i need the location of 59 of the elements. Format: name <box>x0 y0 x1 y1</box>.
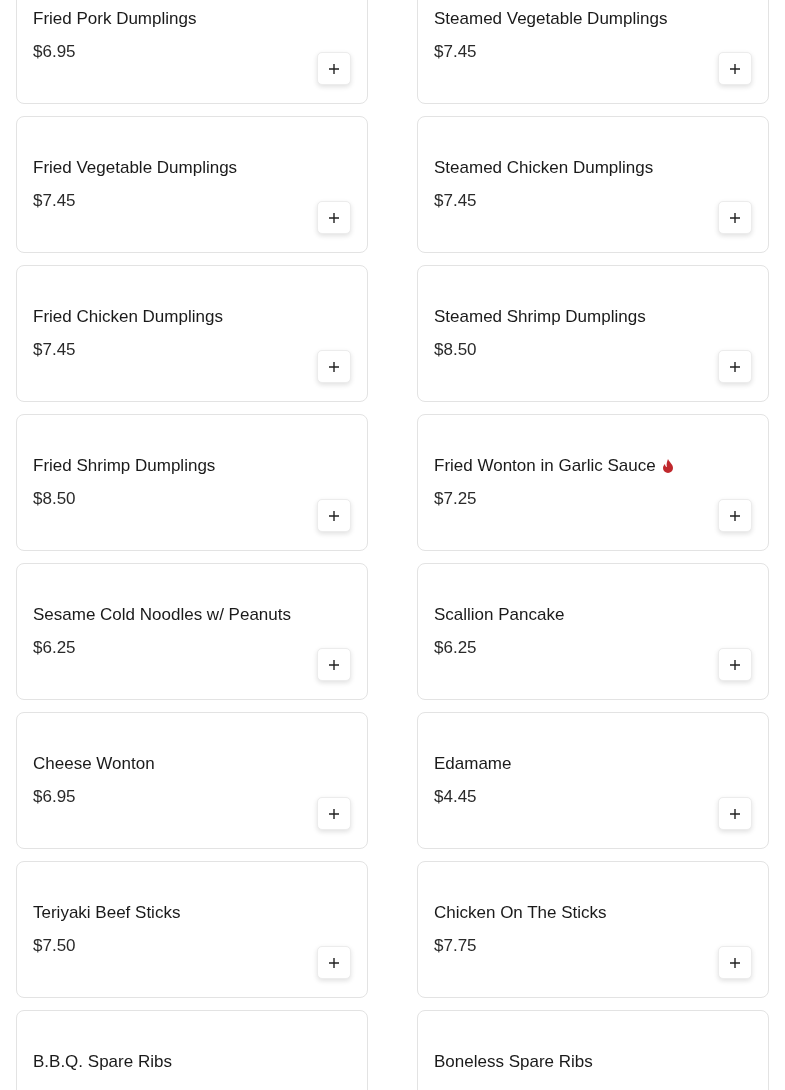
item-price: $6.25 <box>434 638 477 658</box>
add-button[interactable] <box>718 499 752 532</box>
add-button[interactable] <box>317 648 351 681</box>
add-button[interactable] <box>718 52 752 85</box>
add-button[interactable] <box>317 797 351 830</box>
item-name: Fried Wonton in Garlic Sauce <box>434 456 656 476</box>
item-price: $6.95 <box>33 787 76 807</box>
item-name: Scallion Pancake <box>434 605 565 625</box>
add-button[interactable] <box>718 350 752 383</box>
item-price: $7.45 <box>434 42 477 62</box>
plus-icon <box>730 361 740 372</box>
item-name: Boneless Spare Ribs <box>434 1052 593 1072</box>
item-name: Steamed Shrimp Dumplings <box>434 307 646 327</box>
item-name: Fried Shrimp Dumplings <box>33 456 216 476</box>
item-price: $7.50 <box>33 936 76 956</box>
flame-icon <box>661 459 674 473</box>
item-name: Steamed Chicken Dumplings <box>434 158 654 178</box>
item-name: Edamame <box>434 754 512 774</box>
plus-icon <box>730 510 740 521</box>
plus-icon <box>730 63 740 74</box>
item-name: Steamed Vegetable Dumplings <box>434 9 668 29</box>
plus-icon <box>329 659 339 670</box>
plus-icon <box>329 63 339 74</box>
plus-icon <box>730 212 740 223</box>
item-price: $8.50 <box>33 489 76 509</box>
plus-icon <box>329 361 339 372</box>
add-button[interactable] <box>718 797 752 830</box>
item-name: Teriyaki Beef Sticks <box>33 903 181 923</box>
item-price: $7.75 <box>434 936 477 956</box>
item-price: $7.45 <box>33 340 76 360</box>
add-button[interactable] <box>317 201 351 234</box>
add-button[interactable] <box>718 201 752 234</box>
item-name: Fried Pork Dumplings <box>33 9 197 29</box>
plus-icon <box>730 808 740 819</box>
item-name: B.B.Q. Spare Ribs <box>33 1052 172 1072</box>
item-price: $7.45 <box>434 191 477 211</box>
item-name: Cheese Wonton <box>33 754 155 774</box>
item-price: $7.25 <box>434 489 477 509</box>
plus-icon <box>329 808 339 819</box>
add-button[interactable] <box>317 499 351 532</box>
plus-icon <box>329 212 339 223</box>
plus-icon <box>730 957 740 968</box>
item-name: Fried Chicken Dumplings <box>33 307 223 327</box>
add-button[interactable] <box>718 946 752 979</box>
add-button[interactable] <box>317 52 351 85</box>
item-price: $8.50 <box>434 340 477 360</box>
plus-icon <box>329 510 339 521</box>
item-name: Chicken On The Sticks <box>434 903 607 923</box>
item-price: $6.25 <box>33 638 76 658</box>
plus-icon <box>329 957 339 968</box>
item-price: $4.45 <box>434 787 477 807</box>
add-button[interactable] <box>718 648 752 681</box>
add-button[interactable] <box>317 946 351 979</box>
item-price: $6.95 <box>33 42 76 62</box>
plus-icon <box>730 659 740 670</box>
item-name: Sesame Cold Noodles w/ Peanuts <box>33 605 291 625</box>
item-name: Fried Vegetable Dumplings <box>33 158 238 178</box>
add-button[interactable] <box>317 350 351 383</box>
item-price: $7.45 <box>33 191 76 211</box>
